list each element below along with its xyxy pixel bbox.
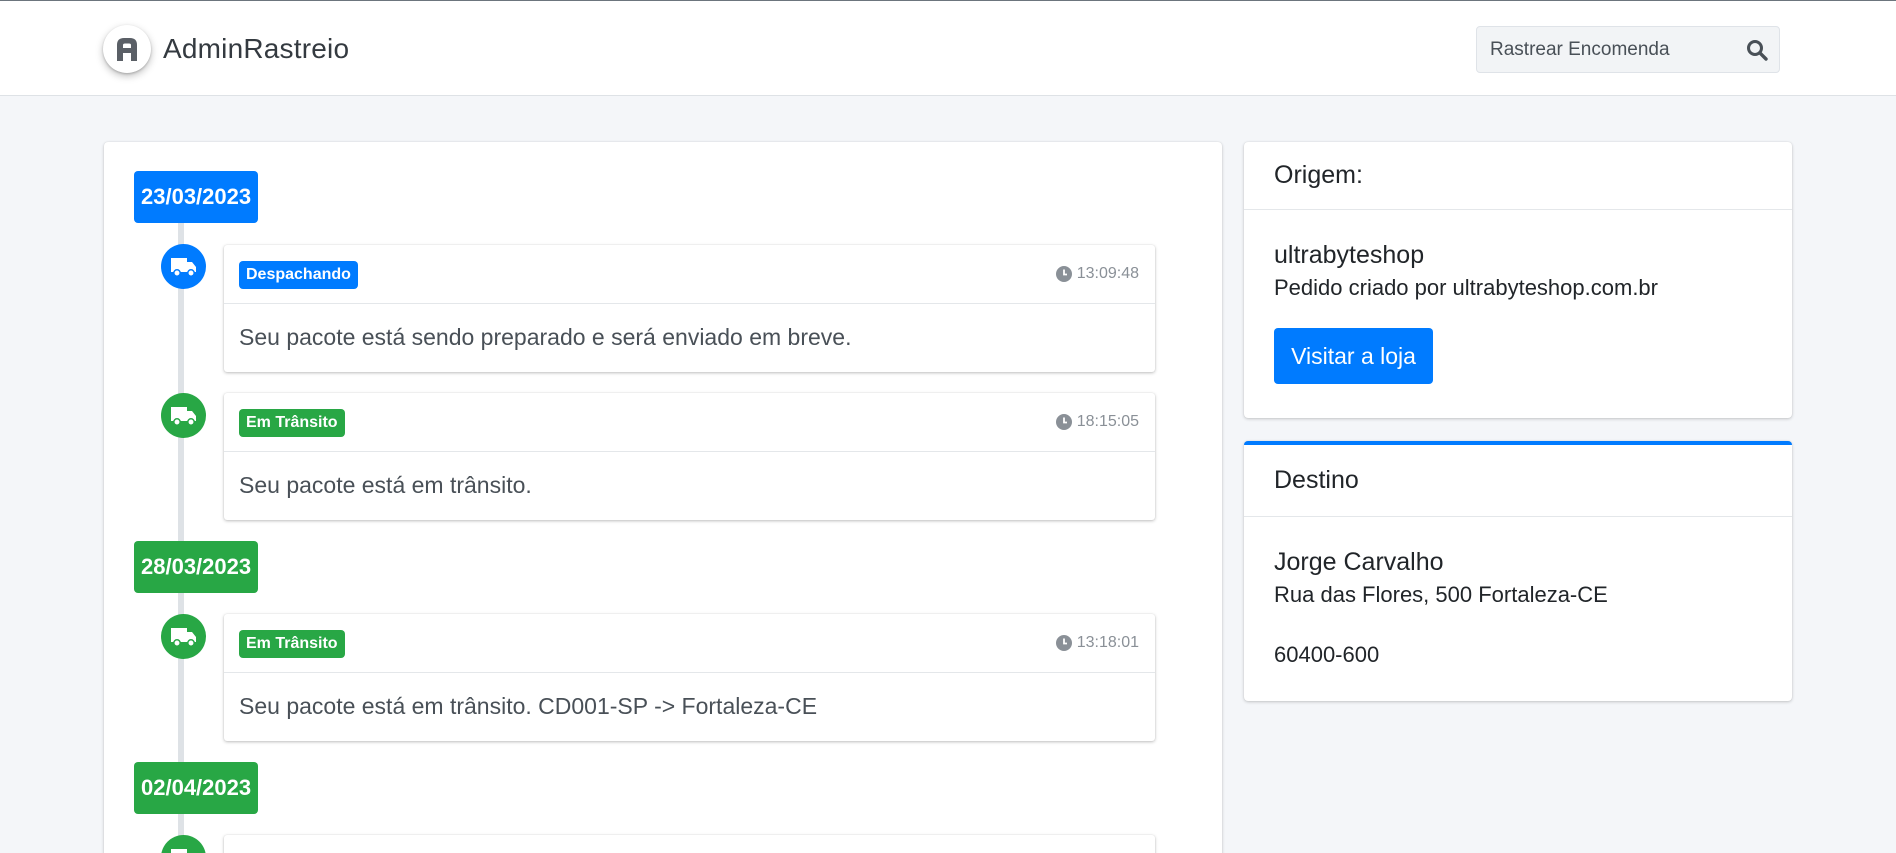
origin-card: Origem: ultrabyteshop Pedido criado por … bbox=[1244, 142, 1792, 418]
destination-title: Destino bbox=[1244, 445, 1792, 517]
track-search-box bbox=[1476, 26, 1780, 73]
timeline-item: Despachando 13:09:48 Seu pacote está sen… bbox=[224, 245, 1155, 372]
status-badge: Despachando bbox=[239, 261, 358, 289]
event-time: 13:18:01 bbox=[1055, 634, 1139, 652]
search-icon bbox=[1747, 39, 1768, 61]
recipient-zip: 60400-600 bbox=[1274, 642, 1380, 667]
timeline-item: Em Trânsito 18:15:05 Seu pacote está em … bbox=[224, 393, 1155, 520]
destination-card: Destino Jorge Carvalho Rua das Flores, 5… bbox=[1244, 441, 1792, 701]
event-message: Seu pacote está sendo preparado e será e… bbox=[239, 324, 852, 350]
timeline-date-label: 02/04/2023 bbox=[134, 762, 259, 814]
brand-name: AdminRastreio bbox=[163, 33, 350, 64]
visit-store-button[interactable]: Visitar a loja bbox=[1274, 328, 1433, 384]
timeline-date-label: 28/03/2023 bbox=[134, 541, 259, 593]
status-badge: Em Trânsito bbox=[239, 409, 345, 437]
recipient-address: Rua das Flores, 500 Fortaleza-CE bbox=[1274, 582, 1608, 607]
origin-title: Origem: bbox=[1244, 142, 1792, 210]
status-badge: Em Trânsito bbox=[239, 630, 345, 658]
recipient-name: Jorge Carvalho bbox=[1274, 548, 1444, 576]
timeline-item-header: Em Trânsito 18:15:05 bbox=[224, 393, 1155, 452]
clock-icon bbox=[1055, 635, 1072, 651]
truck-icon bbox=[161, 244, 206, 289]
timeline-item-header: Em Trânsito 13:18:01 bbox=[224, 614, 1155, 673]
admin-logo-icon bbox=[103, 25, 151, 73]
event-message: Seu pacote está em trânsito. CD001-SP ->… bbox=[239, 693, 818, 719]
timeline-date-label: 23/03/2023 bbox=[134, 171, 259, 223]
event-time: 18:15:05 bbox=[1055, 413, 1139, 431]
brand-link[interactable]: AdminRastreio bbox=[103, 25, 349, 73]
store-name: ultrabyteshop bbox=[1274, 241, 1425, 269]
track-search-input[interactable] bbox=[1477, 27, 1735, 72]
clock-icon bbox=[1055, 266, 1072, 282]
timeline-line bbox=[178, 222, 184, 853]
event-message: Seu pacote está em trânsito. bbox=[239, 472, 532, 498]
top-navbar: AdminRastreio bbox=[0, 0, 1896, 96]
event-time: 13:09:48 bbox=[1055, 265, 1139, 283]
truck-icon bbox=[161, 393, 206, 438]
clock-icon bbox=[1055, 414, 1072, 430]
timeline-item-header: Despachando 13:09:48 bbox=[224, 245, 1155, 304]
truck-icon bbox=[161, 614, 206, 659]
search-button[interactable] bbox=[1735, 27, 1779, 72]
order-created-by: Pedido criado por ultrabyteshop.com.br bbox=[1274, 275, 1658, 300]
timeline-item: Em Trânsito 13:18:01 Seu pacote está em … bbox=[224, 614, 1155, 741]
timeline-item bbox=[224, 835, 1155, 853]
